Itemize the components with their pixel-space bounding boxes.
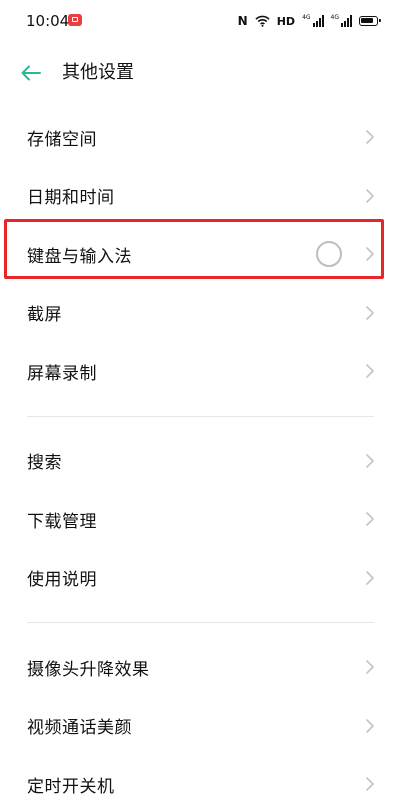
chevron-right-icon [366,453,374,468]
chevron-right-icon [366,247,374,262]
settings-item-screenshot[interactable]: 截屏 [0,284,400,343]
settings-item-scheduled-power[interactable]: 定时开关机 [0,755,400,812]
settings-item-label: 摄像头升降效果 [27,659,150,680]
group-divider [0,401,400,432]
settings-group-2: 搜索 下载管理 使用说明 [0,432,400,608]
chevron-right-icon [366,188,374,203]
chevron-right-icon [366,512,374,527]
settings-item-label: 定时开关机 [27,776,115,797]
settings-item-video-call-beauty[interactable]: 视频通话美颜 [0,697,400,756]
signal-icon-sim1: 4G [302,14,324,27]
battery-icon [359,16,381,26]
status-time: 10:04 [26,12,70,30]
settings-item-label: 使用说明 [27,570,97,591]
nfc-icon: N [237,14,248,28]
settings-item-label: 截屏 [27,305,62,326]
screen-record-notification-icon [68,14,82,26]
group-divider [0,607,400,638]
signal-tag: 4G [302,14,311,21]
screen: 10:04 N HD 4G 4G 其他设置 存储空间 日期和时间 键盘与输入法 … [0,0,400,812]
status-indicators: N HD 4G 4G [237,12,381,30]
chevron-right-icon [366,364,374,379]
chevron-right-icon [366,718,374,733]
app-header: 其他设置 [0,50,400,96]
settings-group-1: 存储空间 日期和时间 键盘与输入法 截屏 屏幕录制 [0,108,400,401]
settings-item-label: 屏幕录制 [27,363,97,384]
status-bar: 10:04 N HD 4G 4G [0,0,400,44]
settings-item-storage[interactable]: 存储空间 [0,108,400,167]
settings-item-user-guide[interactable]: 使用说明 [0,549,400,608]
settings-list: 存储空间 日期和时间 键盘与输入法 截屏 屏幕录制 搜索 下载管理 使用说明 摄… [0,108,400,812]
signal-icon-sim2: 4G [331,15,352,27]
settings-item-screen-recording[interactable]: 屏幕录制 [0,342,400,401]
settings-item-keyboard-input[interactable]: 键盘与输入法 [0,225,400,284]
chevron-right-icon [366,660,374,675]
wifi-icon [255,15,270,27]
chevron-right-icon [366,777,374,792]
settings-item-label: 存储空间 [27,129,97,150]
chevron-right-icon [366,130,374,145]
chevron-right-icon [366,305,374,320]
back-button[interactable] [16,58,46,88]
signal-tag: 4G [330,14,339,21]
settings-item-search[interactable]: 搜索 [0,432,400,491]
settings-item-date-time[interactable]: 日期和时间 [0,167,400,226]
page-title: 其他设置 [62,62,134,83]
settings-item-label: 下载管理 [27,511,97,532]
settings-group-3: 摄像头升降效果 视频通话美颜 定时开关机 [0,638,400,812]
settings-item-camera-lift-effect[interactable]: 摄像头升降效果 [0,638,400,697]
settings-item-download-manager[interactable]: 下载管理 [0,490,400,549]
settings-item-label: 日期和时间 [27,188,115,209]
back-arrow-icon [21,65,41,81]
touch-indicator-icon [316,241,342,268]
settings-item-label: 视频通话美颜 [27,718,132,739]
chevron-right-icon [366,570,374,585]
settings-item-label: 键盘与输入法 [27,246,132,267]
settings-item-label: 搜索 [27,453,62,474]
hd-voice-icon: HD [276,14,296,28]
